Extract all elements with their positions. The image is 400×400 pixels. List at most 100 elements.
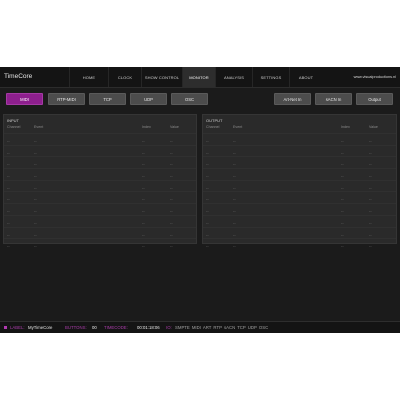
table-cell-channel: --	[206, 219, 209, 225]
table-cell-value: --	[369, 219, 372, 225]
osc-button[interactable]: OSC	[171, 93, 208, 105]
table-cell-value: --	[170, 161, 173, 167]
timecode-value: 00:01:18:06	[137, 325, 160, 330]
io-indicator-list: SMPTE MIDI ART RTP sACN TCP UDP OSC	[175, 322, 270, 333]
status-indicator	[4, 322, 7, 333]
timecode-key: TIMECODE:	[104, 325, 128, 330]
udp-button[interactable]: UDP	[130, 93, 167, 105]
table-cell-channel: --	[7, 138, 10, 143]
art-net-in-button[interactable]: Art-Net In	[274, 93, 311, 105]
label-key: LABEL:	[10, 325, 25, 330]
table-cell-channel: --	[7, 173, 10, 179]
table-cell-event: --	[34, 149, 37, 155]
table-row: -- -- -- --	[203, 214, 396, 227]
table-cell-index: --	[142, 219, 145, 225]
nav-item-clock[interactable]: CLOCK	[108, 67, 141, 87]
table-row: -- -- -- --	[4, 214, 196, 227]
nav-item-monitor[interactable]: MONITOR	[182, 67, 215, 87]
buttons-value: 00	[92, 325, 97, 330]
table-row: -- -- -- --	[203, 133, 396, 145]
output-panel: OUTPUT Channel Event Index Value -- -- -- -- --…	[202, 114, 397, 248]
status-bar: LABEL: MyTimeCore BUTTONS: 00 TIMECODE: …	[0, 321, 400, 333]
table-cell-event: --	[34, 184, 37, 190]
table-row: -- -- -- --	[203, 238, 396, 250]
table-row: -- -- -- --	[4, 156, 196, 168]
nav-item-home[interactable]: HOME	[69, 67, 108, 87]
midi-button[interactable]: MIDI	[6, 93, 43, 105]
table-cell-event: --	[233, 231, 236, 237]
table-cell-channel: --	[206, 184, 209, 190]
table-cell-value: --	[369, 184, 372, 190]
table-cell-index: --	[341, 196, 344, 202]
table-cell-event: --	[34, 196, 37, 202]
table-cell-channel: --	[7, 208, 10, 214]
column-header-channel: Channel	[7, 125, 21, 129]
io-item-tcp: TCP	[237, 325, 246, 330]
io-item-sacn: sACN	[223, 325, 236, 330]
table-cell-channel: --	[206, 208, 209, 214]
table-cell-index: --	[142, 243, 145, 249]
input-panel: INPUT Channel Event Index Value -- -- -- -- -- -…	[3, 114, 197, 248]
table-cell-value: --	[369, 149, 372, 155]
table-row: -- -- -- --	[4, 168, 196, 180]
table-cell-index: --	[341, 231, 344, 237]
table-cell-index: --	[142, 149, 145, 155]
table-row: -- -- -- --	[4, 203, 196, 215]
io-item-rtp: RTP	[213, 325, 222, 330]
table-cell-channel: --	[206, 161, 209, 167]
nav-item-about[interactable]: ABOUT	[289, 67, 322, 87]
table-cell-event: --	[34, 208, 37, 214]
column-header-value: Value	[170, 125, 179, 129]
table-cell-channel: --	[7, 196, 10, 202]
nav-item-settings[interactable]: SETTINGS	[252, 67, 289, 87]
table-cell-channel: --	[7, 243, 10, 249]
table-cell-channel: --	[206, 243, 209, 249]
sacn-in-button[interactable]: sACN In	[315, 93, 352, 105]
table-cell-channel: --	[7, 231, 10, 237]
table-cell-event: --	[233, 173, 236, 179]
io-item-art: ART	[202, 325, 212, 330]
table-cell-event: --	[34, 219, 37, 225]
output-button[interactable]: Output	[356, 93, 393, 105]
table-cell-index: --	[341, 243, 344, 249]
table-cell-event: --	[233, 208, 236, 214]
nav-item-analysis[interactable]: ANALYSIS	[215, 67, 252, 87]
top-navigation-bar: TimeCore HOME CLOCK SHOW CONTROL MONITOR ANA…	[0, 67, 400, 88]
output-panel-title: OUTPUT	[206, 118, 223, 123]
table-cell-value: --	[369, 161, 372, 167]
table-cell-index: --	[341, 161, 344, 167]
table-cell-channel: --	[7, 219, 10, 225]
table-row: -- -- -- --	[203, 203, 396, 215]
table-row: -- -- -- --	[4, 144, 196, 157]
table-cell-value: --	[369, 138, 372, 143]
table-cell-event: --	[34, 231, 37, 237]
column-header-channel: Channel	[206, 125, 220, 129]
website-link[interactable]: www.visualproductions.nl	[354, 75, 396, 79]
input-table-body: -- -- -- -- -- -- -- -- -- -- -- -- -- -- -- -- -- -- -- --…	[4, 133, 196, 250]
table-cell-channel: --	[7, 161, 10, 167]
tcp-button[interactable]: TCP	[89, 93, 126, 105]
io-item-osc: OSC	[258, 325, 269, 330]
table-cell-channel: --	[206, 231, 209, 237]
table-cell-channel: --	[7, 184, 10, 190]
rtp-midi-button[interactable]: RTP-MIDI	[48, 93, 85, 105]
nav-item-show-control[interactable]: SHOW CONTROL	[141, 67, 182, 87]
table-cell-index: --	[142, 231, 145, 237]
output-table-header: Channel Event Index Value	[203, 125, 396, 132]
table-cell-event: --	[233, 219, 236, 225]
table-cell-event: --	[233, 196, 236, 202]
table-cell-event: --	[34, 243, 37, 249]
io-key: IO:	[166, 325, 172, 330]
table-cell-event: --	[233, 161, 236, 167]
table-cell-index: --	[142, 184, 145, 190]
table-cell-value: --	[170, 184, 173, 190]
table-row: -- -- -- --	[4, 226, 196, 239]
input-panel-title: INPUT	[7, 118, 19, 123]
table-cell-value: --	[369, 243, 372, 249]
table-cell-value: --	[170, 149, 173, 155]
timecore-app: TimeCore HOME CLOCK SHOW CONTROL MONITOR ANA…	[0, 67, 400, 333]
table-row: -- -- -- --	[203, 144, 396, 157]
table-cell-value: --	[369, 231, 372, 237]
label-value: MyTimeCore	[28, 325, 53, 330]
table-cell-event: --	[233, 138, 236, 143]
